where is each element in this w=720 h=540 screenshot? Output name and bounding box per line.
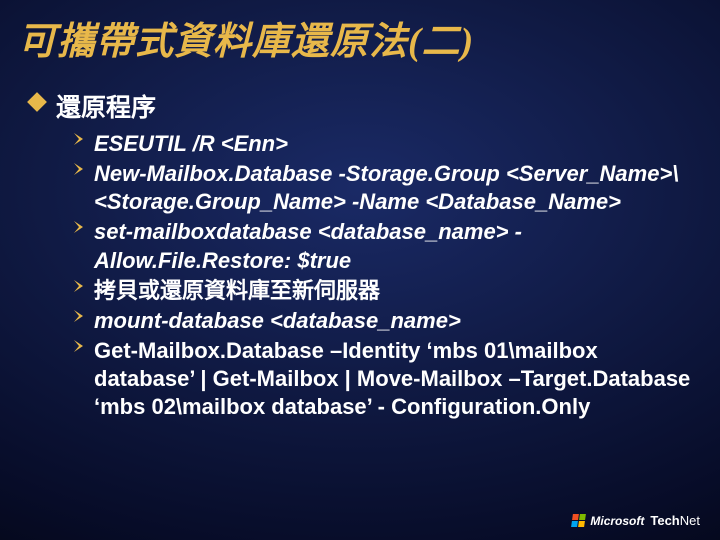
- list-item: Get-Mailbox.Database –Identity ‘mbs 01\m…: [74, 337, 698, 421]
- slide-title: 可攜帶式資料庫還原法(二): [18, 10, 702, 65]
- chevron-icon: [74, 133, 83, 145]
- chevron-icon: [74, 340, 83, 352]
- microsoft-logo: Microsoft: [572, 514, 644, 528]
- chevron-icon: [74, 310, 83, 322]
- step-text: Get-Mailbox.Database –Identity ‘mbs 01\m…: [94, 338, 690, 419]
- technet-tech: Tech: [650, 513, 679, 528]
- chevron-icon: [74, 221, 83, 233]
- list-item: 拷貝或還原資料庫至新伺服器: [74, 277, 698, 305]
- technet-wordmark: TechNet: [650, 513, 700, 528]
- step-text: 拷貝或還原資料庫至新伺服器: [94, 278, 380, 303]
- list-item: mount-database <database_name>: [74, 307, 698, 335]
- microsoft-wordmark: Microsoft: [590, 514, 644, 528]
- steps-list: ESEUTIL /R <Enn> New-Mailbox.Database -S…: [28, 130, 698, 422]
- section-heading-row: 還原程序: [28, 88, 698, 124]
- chevron-icon: [74, 163, 83, 175]
- step-text: set-mailboxdatabase <database_name> - Al…: [94, 219, 522, 272]
- step-text: New-Mailbox.Database -Storage.Group <Ser…: [94, 161, 678, 214]
- slide: 可攜帶式資料庫還原法(二) 還原程序 ESEUTIL /R <Enn> New-…: [0, 0, 720, 540]
- diamond-bullet-icon: [27, 92, 47, 112]
- chevron-icon: [74, 280, 83, 292]
- step-text: ESEUTIL /R <Enn>: [94, 131, 288, 156]
- microsoft-flag-icon: [571, 514, 586, 527]
- technet-net: Net: [680, 513, 700, 528]
- list-item: ESEUTIL /R <Enn>: [74, 130, 698, 158]
- footer: Microsoft TechNet: [572, 513, 700, 528]
- step-text: mount-database <database_name>: [94, 308, 461, 333]
- list-item: New-Mailbox.Database -Storage.Group <Ser…: [74, 160, 698, 216]
- section-heading: 還原程序: [56, 95, 156, 122]
- list-item: set-mailboxdatabase <database_name> - Al…: [74, 218, 698, 274]
- slide-body: 還原程序 ESEUTIL /R <Enn> New-Mailbox.Databa…: [28, 88, 698, 424]
